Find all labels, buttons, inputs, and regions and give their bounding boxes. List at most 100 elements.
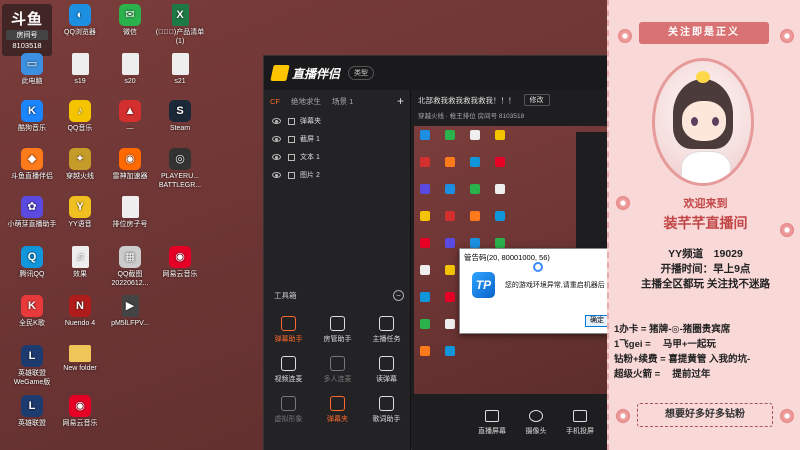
desktop-icon[interactable]: ✉ 微信 <box>104 4 156 37</box>
button-label: 摄像头 <box>525 428 547 435</box>
desktop-icon-label: 小萌芽直播助手 <box>7 221 57 228</box>
preview-mini-icon <box>470 130 480 140</box>
eye-icon[interactable] <box>272 154 281 160</box>
desktop-icon[interactable]: ✿ 小萌芽直播助手 <box>6 196 58 229</box>
desktop-icon[interactable]: ▭ 此电脑 <box>6 53 58 86</box>
desktop-icon[interactable]: ▲ — <box>104 100 156 133</box>
source-item[interactable]: 文本 1 <box>264 148 410 166</box>
desktop-icon[interactable]: Q 腾讯QQ <box>6 246 58 279</box>
desktop-icon[interactable]: ▶ pM5lLFPV... <box>104 295 156 328</box>
desktop-icon[interactable]: ▦ QQ截图20220612... <box>104 246 156 288</box>
preview-mini-icon <box>445 292 455 302</box>
bottom-bar: 直播屏幕 摄像头 手机投屏 <box>412 396 608 450</box>
streamer-avatar <box>652 58 754 186</box>
wechat-icon: ✉ <box>119 4 141 26</box>
room-tag: 房间号 <box>6 30 48 40</box>
add-scene-icon[interactable]: + <box>397 94 404 108</box>
crossfire-icon: ✦ <box>69 148 91 170</box>
preview-mini-icon <box>495 157 505 167</box>
desktop-icon[interactable]: s19 <box>54 53 106 86</box>
collapse-icon[interactable]: − <box>393 290 404 301</box>
camera-button[interactable]: 摄像头 <box>514 410 558 436</box>
preview-mini-icon <box>445 319 455 329</box>
desktop-icon-label: 全民K歌 <box>19 320 45 327</box>
desktop-icon[interactable]: ◉ 网易云音乐 <box>154 246 206 279</box>
desktop-icon[interactable]: ✦ 穿越火线 <box>54 148 106 181</box>
desktop-icon-label: s19 <box>74 78 86 85</box>
desktop-icon[interactable]: New folder <box>54 345 106 373</box>
file-icon <box>171 53 189 75</box>
source-item[interactable]: 弹幕夹 <box>264 112 410 130</box>
tool-danmu-clip[interactable]: 弹幕夹 <box>313 392 362 424</box>
desktop-icon[interactable]: s20 <box>104 53 156 86</box>
desktop-icon-label: YY语音 <box>68 221 92 228</box>
type-button[interactable]: 类型 <box>348 66 375 80</box>
tool-virtual-avatar[interactable]: 虚拟形象 <box>264 392 313 424</box>
eye-icon[interactable] <box>272 136 281 142</box>
rule-line: 钻粉+续费 = 喜提黄管 入我的坑- <box>614 354 751 365</box>
desktop-icon-label: New folder <box>63 365 97 372</box>
follow-banner: 关注即是正义 <box>639 22 769 44</box>
red-app-icon: ▲ <box>119 100 141 122</box>
desktop-icon-label: QQ音乐 <box>67 125 93 132</box>
error-dialog[interactable]: 管告码(20, 80001000, 56) TP 您的游戏环境异常,请重启机器后… <box>459 248 612 334</box>
tab-cf[interactable]: CF <box>270 97 280 106</box>
tab-scene-1[interactable]: 场景 1 <box>332 96 353 107</box>
desktop-icon[interactable]: ◉ 雷神加速器 <box>104 148 156 181</box>
desktop-icon[interactable]: S Steam <box>154 100 206 133</box>
netease-music-icon: ◉ <box>69 395 91 417</box>
edit-title-button[interactable]: 修改 <box>523 94 550 106</box>
tool-lyrics-helper[interactable]: 歌词助手 <box>362 392 411 424</box>
desktop-icon[interactable]: ♫ 效果 <box>54 246 106 279</box>
desktop-icon-label: 效果 <box>73 271 87 278</box>
desktop-icon-label: pM5lLFPV... <box>111 320 149 327</box>
desktop-icon[interactable]: X (ﾟ∀ﾟ)产品清单(1) <box>154 4 206 46</box>
desktop-icon-label: QQ浏览器 <box>64 29 96 36</box>
tool-host-tasks[interactable]: 主播任务 <box>362 312 411 344</box>
toolbox-label: 工具箱 <box>274 291 297 300</box>
tp-shield-icon: TP <box>472 272 495 298</box>
chick-icon <box>696 71 710 83</box>
desktop-icon[interactable]: L 英雄联盟 <box>6 395 58 428</box>
busy-cursor-icon <box>533 262 543 272</box>
eye-icon[interactable] <box>272 172 281 178</box>
desktop-icon[interactable]: ◉ 网易云音乐 <box>54 395 106 428</box>
desktop-icon[interactable]: N Nuendo 4 <box>54 295 106 328</box>
desktop-icon[interactable]: Y YY语音 <box>54 196 106 229</box>
file-icon <box>121 53 139 75</box>
tool-danmu-helper[interactable]: 弹幕助手 <box>264 312 313 344</box>
source-label: 图片 2 <box>300 172 320 179</box>
source-item[interactable]: 图片 2 <box>264 166 410 184</box>
tool-read-danmu[interactable]: 读弹幕 <box>362 352 411 384</box>
eye-icon[interactable] <box>272 118 281 124</box>
desktop-icon[interactable]: K 全民K歌 <box>6 295 58 328</box>
tool-room-manager[interactable]: 房管助手 <box>313 312 362 344</box>
desktop-icon[interactable]: ◆ 斗鱼直播伴侣 <box>6 148 58 181</box>
desktop-icon[interactable]: ◎ PLAYERU... BATTLEGR... <box>154 148 206 190</box>
desktop-icon[interactable]: 排位房子号 <box>104 196 156 229</box>
desktop-icon-label: 腾讯QQ <box>19 271 45 278</box>
source-label: 文本 1 <box>300 154 320 161</box>
leishen-icon: ◉ <box>119 148 141 170</box>
tool-multi-link[interactable]: 多人连麦 <box>313 352 362 384</box>
avatar-eye <box>691 117 698 126</box>
rule-line: 超级火箭 = 提前过年 <box>614 369 711 380</box>
source-item[interactable]: 截屏 1 <box>264 130 410 148</box>
desktop-icon[interactable]: s21 <box>154 53 206 86</box>
app-titlebar[interactable]: 直播伴侣 类型 <box>264 56 607 90</box>
desktop-icon[interactable]: L 英雄联盟WeGame版 <box>6 345 58 387</box>
desktop-icon[interactable]: K 酷狗音乐 <box>6 100 58 133</box>
file-icon <box>71 53 89 75</box>
screen-capture-button[interactable]: 直播屏幕 <box>470 410 514 436</box>
phone-cast-button[interactable]: 手机投屏 <box>558 410 602 436</box>
desktop-icon[interactable]: ♪ QQ音乐 <box>54 100 106 133</box>
read-danmu-icon <box>379 356 394 371</box>
tab-pubg[interactable]: 绝地求生 <box>291 96 321 107</box>
desktop-icon[interactable]: ◐ QQ浏览器 <box>54 4 106 37</box>
ok-button[interactable]: 确定 <box>585 315 609 327</box>
tool-video-link[interactable]: 视频连麦 <box>264 352 313 384</box>
qq-music-icon: ♪ <box>69 100 91 122</box>
room-manager-icon <box>330 316 345 331</box>
tool-label: 弹幕助手 <box>274 336 303 343</box>
streamer-info-panel: 关注即是正义 欢迎来到 装芊芊直播间 YY频道 19029 开播时间：早上9点 … <box>607 0 800 450</box>
